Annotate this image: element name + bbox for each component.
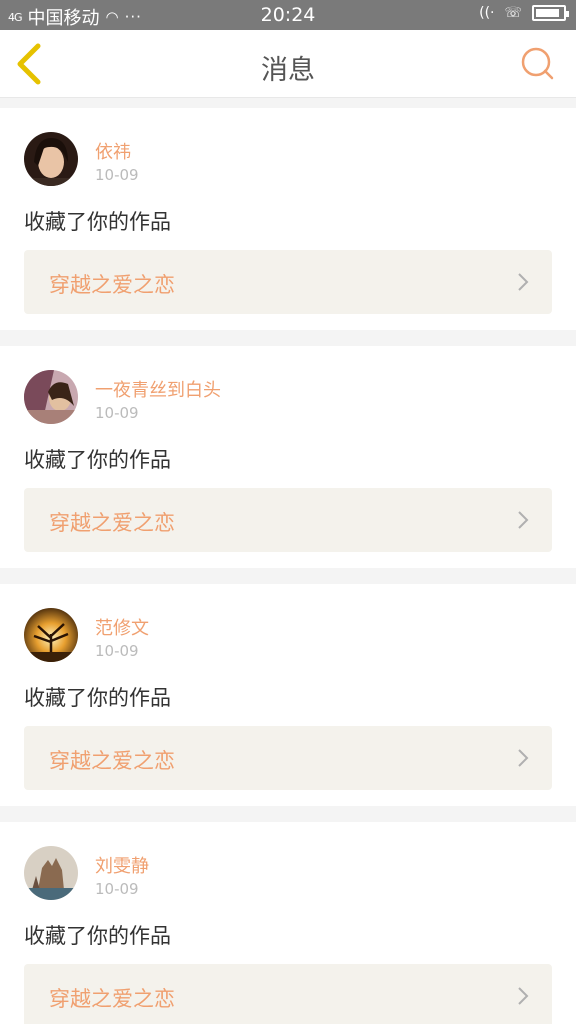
status-bar: 4G 中国移动 ◠ ··· 20:24 ((· ☏: [0, 0, 576, 30]
message-text: 收藏了你的作品: [24, 924, 171, 948]
message-list: 依祎 10-09 收藏了你的作品 穿越之爱之恋 一夜青丝到白头 10-09 收藏…: [0, 108, 576, 1024]
message-text: 收藏了你的作品: [24, 210, 171, 234]
avatar[interactable]: [24, 608, 78, 662]
message-date: 10-09: [95, 642, 139, 660]
avatar[interactable]: [24, 370, 78, 424]
avatar-image: [24, 370, 78, 424]
avatar[interactable]: [24, 132, 78, 186]
chevron-right-icon: [518, 749, 529, 767]
search-icon: [521, 47, 554, 80]
hd-call-icon: ☏: [504, 5, 522, 21]
username[interactable]: 一夜青丝到白头: [95, 376, 221, 402]
message-date: 10-09: [95, 880, 139, 898]
avatar[interactable]: [24, 846, 78, 900]
work-title: 穿越之爱之恋: [49, 987, 175, 1011]
battery-fill: [536, 9, 560, 17]
chevron-right-icon: [518, 273, 529, 291]
chevron-right-icon: [518, 511, 529, 529]
work-link[interactable]: 穿越之爱之恋: [24, 964, 552, 1024]
username[interactable]: 依祎: [95, 138, 131, 164]
avatar-image: [24, 132, 78, 186]
username[interactable]: 范修文: [95, 614, 149, 640]
page-title: 消息: [261, 55, 315, 86]
message-date: 10-09: [95, 404, 139, 422]
message-card: 刘雯静 10-09 收藏了你的作品 穿越之爱之恋: [0, 822, 576, 1024]
message-text: 收藏了你的作品: [24, 448, 171, 472]
status-right: ((· ☏: [479, 5, 569, 21]
work-title: 穿越之爱之恋: [49, 749, 175, 773]
message-card: 范修文 10-09 收藏了你的作品 穿越之爱之恋: [0, 584, 576, 806]
nfc-icon: ((·: [479, 5, 495, 21]
work-link[interactable]: 穿越之爱之恋: [24, 488, 552, 552]
message-text: 收藏了你的作品: [24, 686, 171, 710]
message-date: 10-09: [95, 166, 139, 184]
avatar-image: [24, 608, 78, 662]
message-card: 一夜青丝到白头 10-09 收藏了你的作品 穿越之爱之恋: [0, 346, 576, 568]
work-title: 穿越之爱之恋: [49, 273, 175, 297]
message-card: 依祎 10-09 收藏了你的作品 穿越之爱之恋: [0, 108, 576, 330]
work-link[interactable]: 穿越之爱之恋: [24, 250, 552, 314]
top-nav-bar: 消息: [0, 30, 576, 98]
username[interactable]: 刘雯静: [95, 852, 149, 878]
chevron-right-icon: [518, 987, 529, 1005]
work-title: 穿越之爱之恋: [49, 511, 175, 535]
avatar-image: [24, 846, 78, 900]
search-button[interactable]: [520, 46, 554, 80]
battery-icon: [532, 5, 569, 21]
work-link[interactable]: 穿越之爱之恋: [24, 726, 552, 790]
